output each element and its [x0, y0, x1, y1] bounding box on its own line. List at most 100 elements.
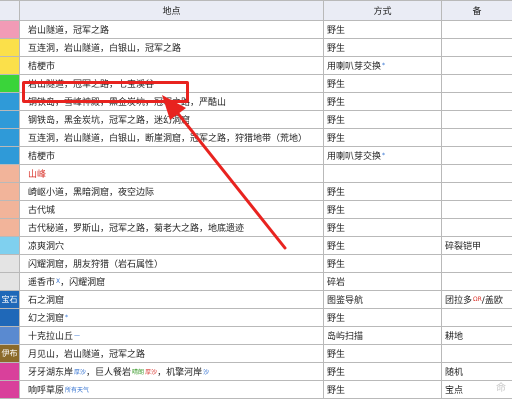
table-row: 幻之洞窟 * 野生	[0, 309, 512, 327]
table-row: 桔梗市 用喇叭芽交换 *	[0, 57, 512, 75]
note-cell	[442, 57, 512, 74]
type-swatch	[0, 147, 20, 164]
type-swatch	[0, 183, 20, 200]
location-text: 钢铁岛，黑金炭坑，冠军之路，迷幻洞窟	[28, 116, 191, 126]
table-row: 遥香市 X ，闪耀洞窟 碎岩	[0, 273, 512, 291]
location-tail: ，闪耀洞窟	[60, 278, 106, 288]
location-text: 桔梗市	[28, 152, 56, 162]
location-sup: *	[65, 314, 69, 321]
table-row: 牙牙湖东岸 厚沙 ，巨人餐岩 晴朗 厚沙 ，机擎河岸沙野生 随机	[0, 363, 512, 381]
note-tail: /盖欧	[481, 296, 503, 306]
table-row: 古代城 野生	[0, 201, 512, 219]
method-text: 碎岩	[327, 278, 346, 288]
method-text: 用喇叭芽交换	[327, 62, 382, 72]
method-cell: 野生	[324, 255, 442, 272]
location-sup: 所有天气	[65, 387, 90, 394]
method-cell: 野生	[324, 39, 442, 56]
type-swatch	[0, 57, 20, 74]
pokemon-location-table: 地点 方式 备 岩山隧道，冠军之路 野生 互连洞，岩山隧道，白银山，冠军之路 野生 桔梗…	[0, 0, 512, 399]
method-cell: 野生	[324, 93, 442, 110]
note-cell	[442, 21, 512, 38]
table-row: 岩山隧道，冠军之路 野生	[0, 21, 512, 39]
type-swatch	[0, 273, 20, 290]
location-cell: 幻之洞窟 *	[20, 309, 324, 326]
note-text: 耕地	[445, 332, 464, 342]
method-text: 野生	[327, 260, 346, 270]
method-text: 野生	[327, 98, 346, 108]
location-cell: 桔梗市	[20, 147, 324, 164]
method-text: 野生	[327, 188, 346, 198]
table-row: 互连洞，岩山隧道，白银山，断崖洞窟，冠军之路，狩猎地带（荒地） 野生	[0, 129, 512, 147]
location-text: 十克拉山丘	[28, 332, 74, 342]
method-cell: 野生	[324, 21, 442, 38]
location-cell: 十克拉山丘 —	[20, 327, 324, 344]
note-cell	[442, 129, 512, 146]
type-swatch	[0, 21, 20, 38]
location-cell: 崎岖小道，黑暗洞窟，夜空边际	[20, 183, 324, 200]
location-sup: 厚沙	[145, 369, 158, 376]
type-swatch	[0, 381, 20, 398]
note-cell	[442, 111, 512, 128]
table-row: 桔梗市 用喇叭芽交换 *	[0, 147, 512, 165]
location-cell: 凉爽洞穴	[20, 237, 324, 254]
method-cell: 图鉴导航	[324, 291, 442, 308]
type-swatch	[0, 93, 20, 110]
watermark: 命	[496, 383, 506, 394]
table-row: 闪耀洞窟，朋友狩猎（岩石属性） 野生	[0, 255, 512, 273]
header-note: 备	[472, 7, 482, 17]
method-text: 野生	[327, 242, 346, 252]
location-cell: 古代秘道，罗斯山，冠军之路，菊老大之路，地底遗迹	[20, 219, 324, 236]
header-swatch	[0, 1, 20, 20]
table-row: 山峰	[0, 165, 512, 183]
type-swatch: 伊布	[0, 345, 20, 362]
location-text: 月见山，岩山隧道，冠军之路	[28, 350, 146, 360]
method-text: 野生	[327, 224, 346, 234]
type-swatch	[0, 39, 20, 56]
note-cell	[442, 75, 512, 92]
note-cell: 随机	[442, 363, 512, 380]
location-text: 闪耀洞窟，朋友狩猎（岩石属性）	[28, 260, 164, 270]
note-cell	[442, 201, 512, 218]
location-cell: 月见山，岩山隧道，冠军之路	[20, 345, 324, 362]
location-cell: 牙牙湖东岸 厚沙 ，巨人餐岩 晴朗 厚沙 ，机擎河岸沙	[20, 363, 324, 380]
table-row: 伊布 月见山，岩山隧道，冠军之路 野生	[0, 345, 512, 363]
note-cell	[442, 165, 512, 182]
location-text: 牙牙湖东岸	[28, 368, 74, 378]
method-text: 野生	[327, 134, 346, 144]
table-header-row: 地点 方式 备	[0, 1, 512, 21]
header-method: 方式	[324, 1, 442, 20]
method-cell: 用喇叭芽交换 *	[324, 57, 442, 74]
location-cell: 山峰	[20, 165, 324, 182]
location-cell: 石之洞窟	[20, 291, 324, 308]
location-text: 崎岖小道，黑暗洞窟，夜空边际	[28, 188, 155, 198]
method-cell: 野生	[324, 219, 442, 236]
table-row: 崎岖小道，黑暗洞窟，夜空边际 野生	[0, 183, 512, 201]
method-cell	[324, 165, 442, 182]
location-sup: —	[74, 332, 81, 339]
type-swatch	[0, 165, 20, 182]
note-cell	[442, 273, 512, 290]
type-swatch	[0, 309, 20, 326]
location-cell: 响呼草原 所有天气	[20, 381, 324, 398]
method-cell: 野生	[324, 309, 442, 326]
method-cell: 野生	[324, 111, 442, 128]
location-cell: 岩山隧道，冠军之路	[20, 21, 324, 38]
location-cell: 互连洞，岩山隧道，白银山，冠军之路	[20, 39, 324, 56]
type-swatch	[0, 237, 20, 254]
method-text: 野生	[327, 26, 346, 36]
type-swatch	[0, 363, 20, 380]
note-text: 团拉多	[445, 296, 473, 306]
location-cell: 互连洞，岩山隧道，白银山，断崖洞窟，冠军之路，狩猎地带（荒地）	[20, 129, 324, 146]
method-text: 用喇叭芽交换	[327, 152, 382, 162]
type-swatch	[0, 201, 20, 218]
method-cell: 野生	[324, 183, 442, 200]
table-row: 十克拉山丘 — 岛屿扫描 耕地	[0, 327, 512, 345]
location-text: 古代城	[28, 206, 56, 216]
location-cell: 钢铁岛，黑金炭坑，冠军之路，迷幻洞窟	[20, 111, 324, 128]
note-cell: 碎裂铠甲	[442, 237, 512, 254]
location-cell: 闪耀洞窟，朋友狩猎（岩石属性）	[20, 255, 324, 272]
method-text: 野生	[327, 80, 346, 90]
location-text: 古代秘道，罗斯山，冠军之路，菊老大之路，地底遗迹	[28, 224, 245, 234]
note-cell	[442, 255, 512, 272]
type-swatch	[0, 255, 20, 272]
